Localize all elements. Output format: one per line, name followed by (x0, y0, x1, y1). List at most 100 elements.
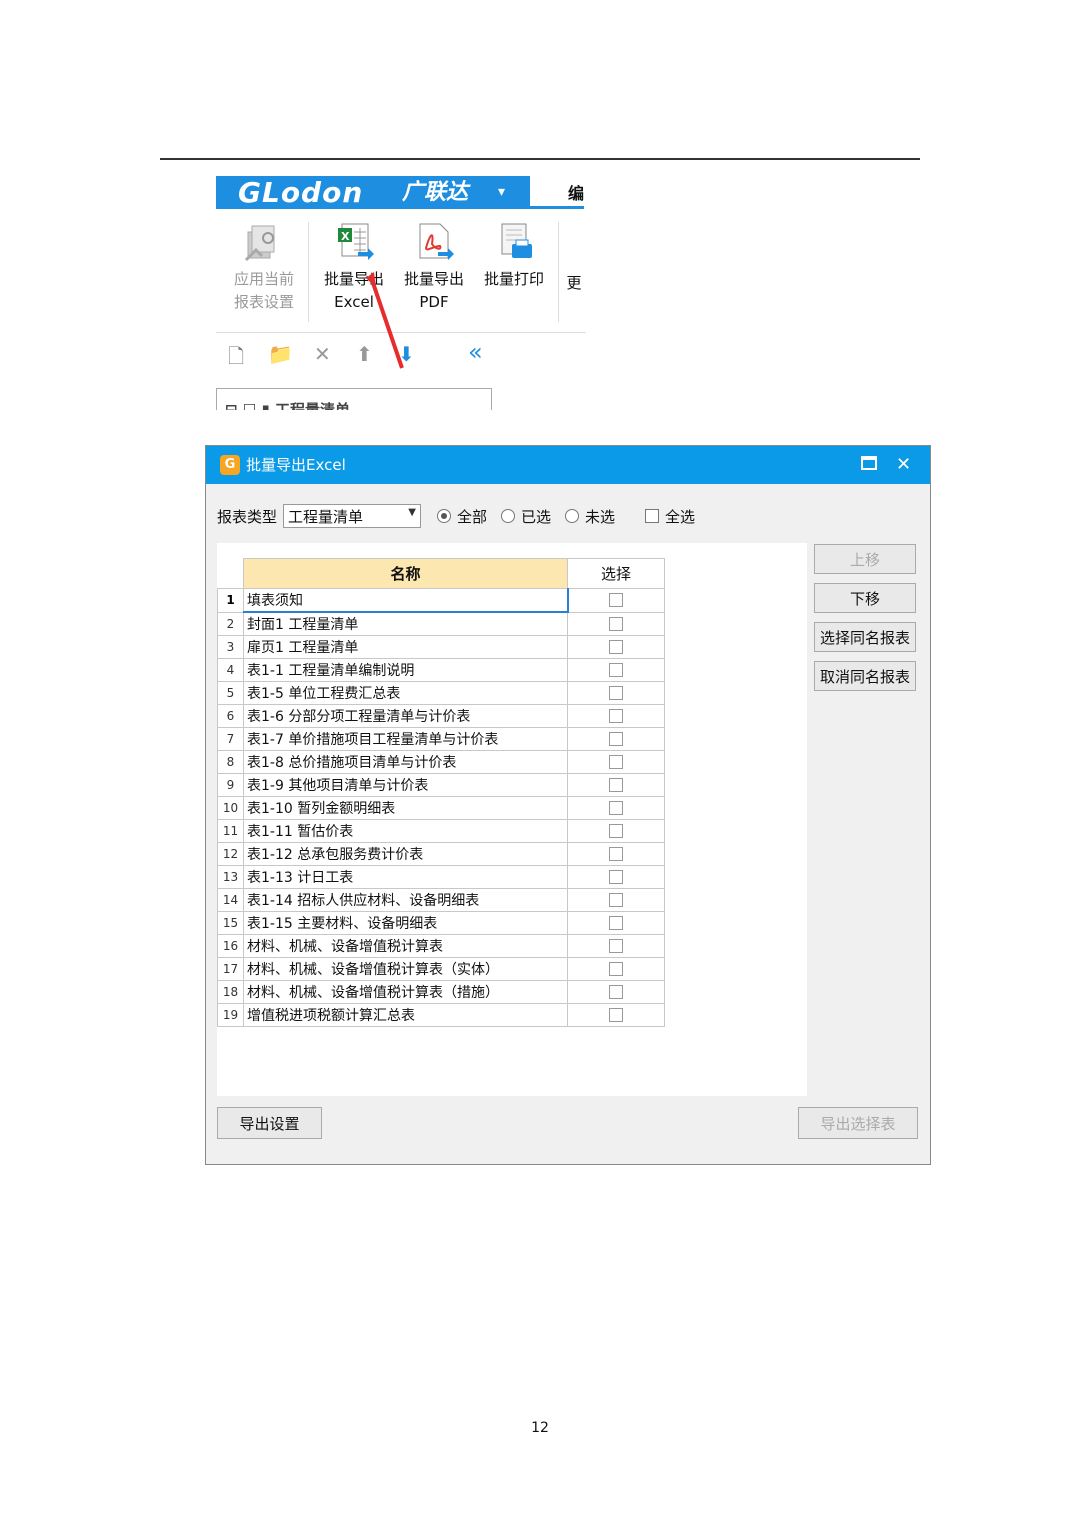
batch-export-excel-dialog: G 批量导出Excel ✕ 报表类型 工程量清单 ▼ 全部 已选 未选 全选 名… (205, 445, 931, 1165)
radio-selected[interactable]: 已选 (501, 506, 551, 527)
table-row[interactable]: 18 材料、机械、设备增值税计算表（措施） (217, 980, 665, 1004)
select-same-name-button[interactable]: 选择同名报表 (814, 622, 916, 652)
row-select-checkbox[interactable] (609, 824, 623, 838)
table-row[interactable]: 19 增值税进项税额计算汇总表 (217, 1003, 665, 1027)
row-select-checkbox[interactable] (609, 778, 623, 792)
row-number: 15 (217, 911, 244, 935)
row-select-checkbox[interactable] (609, 847, 623, 861)
report-name-cell[interactable]: 表1-5 单位工程费汇总表 (243, 681, 568, 705)
row-select-checkbox[interactable] (609, 593, 624, 608)
export-selected-button[interactable]: 导出选择表 (798, 1107, 918, 1139)
table-row[interactable]: 3 扉页1 工程量清单 (217, 635, 665, 659)
row-select-checkbox[interactable] (609, 755, 623, 769)
report-name-cell[interactable]: 表1-8 总价措施项目清单与计价表 (243, 750, 568, 774)
report-name-cell[interactable]: 材料、机械、设备增值税计算表（实体） (243, 957, 568, 981)
table-row[interactable]: 9 表1-9 其他项目清单与计价表 (217, 773, 665, 797)
select-cell (567, 727, 665, 751)
radio-all[interactable]: 全部 (437, 506, 487, 527)
table-row[interactable]: 5 表1-5 单位工程费汇总表 (217, 681, 665, 705)
app-icon: G (220, 455, 240, 475)
report-name-cell[interactable]: 增值税进项税额计算汇总表 (243, 1003, 568, 1027)
select-cell (567, 934, 665, 958)
report-name-cell[interactable]: 表1-1 工程量清单编制说明 (243, 658, 568, 682)
table-row[interactable]: 13 表1-13 计日工表 (217, 865, 665, 889)
red-arrow-annotation (366, 272, 404, 369)
move-up-button[interactable]: 上移 (814, 544, 916, 574)
report-name-cell[interactable]: 封面1 工程量清单 (243, 611, 568, 636)
select-cell (567, 750, 665, 774)
radio-all-label: 全部 (457, 508, 488, 526)
report-name-cell[interactable]: 表1-13 计日工表 (243, 865, 568, 889)
dialog-titlebar[interactable]: G 批量导出Excel ✕ (206, 446, 930, 484)
row-number: 12 (217, 842, 244, 866)
close-icon[interactable]: ✕ (896, 446, 911, 484)
move-down-button[interactable]: 下移 (814, 583, 916, 613)
row-number: 7 (217, 727, 244, 751)
row-select-checkbox[interactable] (609, 893, 623, 907)
table-row[interactable]: 7 表1-7 单价措施项目工程量清单与计价表 (217, 727, 665, 751)
report-name-cell[interactable]: 表1-9 其他项目清单与计价表 (243, 773, 568, 797)
row-select-checkbox[interactable] (609, 801, 623, 815)
select-cell (567, 796, 665, 820)
report-name-cell[interactable]: 表1-10 暂列金额明细表 (243, 796, 568, 820)
table-row[interactable]: 11 表1-11 暂估价表 (217, 819, 665, 843)
row-select-checkbox[interactable] (609, 616, 623, 631)
report-name-cell[interactable]: 材料、机械、设备增值税计算表 (243, 934, 568, 958)
row-number: 13 (217, 865, 244, 889)
table-row[interactable]: 17 材料、机械、设备增值税计算表（实体） (217, 957, 665, 981)
report-grid-panel: 名称 选择 1 填表须知 2 封面1 工程量清单 3 扉页1 工程量清单 4 表1-1 工程量… (217, 543, 807, 1096)
row-select-checkbox[interactable] (609, 640, 623, 654)
table-row[interactable]: 4 表1-1 工程量清单编制说明 (217, 658, 665, 682)
export-settings-button[interactable]: 导出设置 (217, 1107, 322, 1139)
report-name-cell[interactable]: 表1-15 主要材料、设备明细表 (243, 911, 568, 935)
row-select-checkbox[interactable] (609, 1008, 623, 1022)
row-number: 10 (217, 796, 244, 820)
row-select-checkbox[interactable] (609, 686, 623, 700)
row-select-checkbox[interactable] (609, 709, 623, 723)
select-all-checkbox[interactable]: 全选 (645, 506, 695, 527)
row-number: 18 (217, 980, 244, 1004)
report-name-cell[interactable]: 表1-11 暂估价表 (243, 819, 568, 843)
table-row[interactable]: 2 封面1 工程量清单 (217, 611, 665, 636)
report-name-cell[interactable]: 材料、机械、设备增值税计算表（措施） (243, 980, 568, 1004)
report-name-cell[interactable]: 表1-14 招标人供应材料、设备明细表 (243, 888, 568, 912)
row-number: 1 (217, 588, 244, 613)
table-row[interactable]: 12 表1-12 总承包服务费计价表 (217, 842, 665, 866)
report-name-cell[interactable]: 表1-6 分部分项工程量清单与计价表 (243, 704, 568, 728)
row-select-checkbox[interactable] (609, 916, 623, 930)
report-name-cell[interactable]: 表1-12 总承包服务费计价表 (243, 842, 568, 866)
row-select-checkbox[interactable] (609, 985, 623, 999)
select-cell (567, 1003, 665, 1027)
select-cell (567, 957, 665, 981)
select-cell (567, 888, 665, 912)
table-row[interactable]: 14 表1-14 招标人供应材料、设备明细表 (217, 888, 665, 912)
select-cell (567, 704, 665, 728)
cancel-same-name-button[interactable]: 取消同名报表 (814, 661, 916, 691)
table-row[interactable]: 10 表1-10 暂列金额明细表 (217, 796, 665, 820)
chevron-down-icon: ▼ (408, 507, 416, 518)
select-cell (567, 980, 665, 1004)
table-row[interactable]: 16 材料、机械、设备增值税计算表 (217, 934, 665, 958)
select-all-label: 全选 (665, 508, 696, 526)
radio-unselected[interactable]: 未选 (565, 506, 615, 527)
maximize-icon[interactable] (861, 456, 877, 470)
report-type-label: 报表类型 (217, 508, 278, 526)
col-name-header[interactable]: 名称 (243, 558, 568, 589)
col-select-header[interactable]: 选择 (567, 558, 665, 589)
table-row[interactable]: 8 表1-8 总价措施项目清单与计价表 (217, 750, 665, 774)
table-row[interactable]: 15 表1-15 主要材料、设备明细表 (217, 911, 665, 935)
row-number: 8 (217, 750, 244, 774)
row-number: 4 (217, 658, 244, 682)
table-row[interactable]: 1 填表须知 (217, 588, 665, 613)
row-select-checkbox[interactable] (609, 663, 623, 677)
row-select-checkbox[interactable] (609, 939, 623, 953)
row-select-checkbox[interactable] (609, 732, 623, 746)
report-type-select[interactable]: 工程量清单 ▼ (283, 504, 421, 528)
report-name-cell[interactable]: 扉页1 工程量清单 (243, 635, 568, 659)
report-name-cell[interactable]: 填表须知 (243, 588, 569, 613)
row-select-checkbox[interactable] (609, 962, 623, 976)
table-row[interactable]: 6 表1-6 分部分项工程量清单与计价表 (217, 704, 665, 728)
radio-unselected-dot (565, 509, 579, 523)
row-select-checkbox[interactable] (609, 870, 623, 884)
report-name-cell[interactable]: 表1-7 单价措施项目工程量清单与计价表 (243, 727, 568, 751)
